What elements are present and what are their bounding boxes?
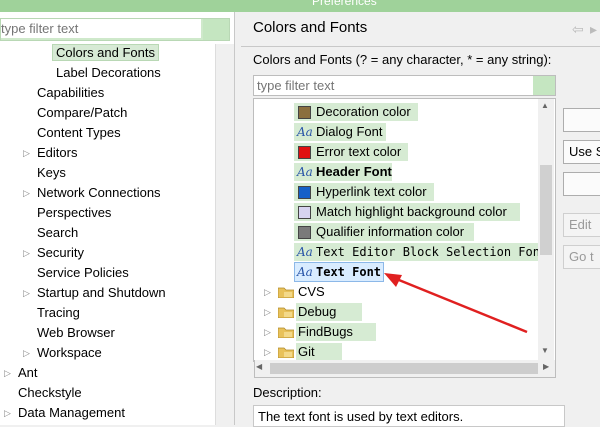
annotation-arrow — [384, 273, 528, 334]
